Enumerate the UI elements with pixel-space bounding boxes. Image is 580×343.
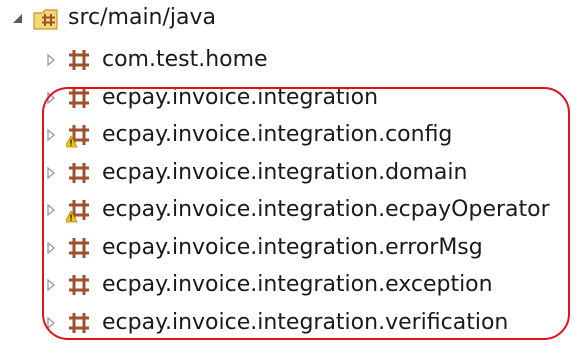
collapsed-triangle-icon[interactable] xyxy=(40,271,62,299)
package-warning-icon xyxy=(64,197,92,223)
collapsed-triangle-icon[interactable] xyxy=(40,196,62,224)
source-folder-icon xyxy=(32,5,58,31)
tree-node-label: src/main/java xyxy=(68,5,217,30)
tree-node-package[interactable]: ecpay.invoice.integration.exception xyxy=(40,271,493,299)
package-icon xyxy=(66,310,92,336)
package-icon xyxy=(66,235,92,261)
tree-node-src-main-java[interactable]: src/main/java xyxy=(6,4,216,32)
package-icon xyxy=(66,85,92,111)
tree-node-label: ecpay.invoice.integration.exception xyxy=(102,272,493,297)
tree-node-package[interactable]: ecpay.invoice.integration.config xyxy=(40,121,452,149)
tree-node-label: ecpay.invoice.integration xyxy=(102,84,379,110)
collapsed-triangle-icon[interactable] xyxy=(40,121,62,149)
collapsed-triangle-icon[interactable] xyxy=(40,309,62,337)
tree-node-package[interactable]: ecpay.invoice.integration.ecpayOperator xyxy=(40,196,550,224)
package-icon xyxy=(66,272,92,298)
tree-node-label: ecpay.invoice.integration.ecpayOperator xyxy=(102,197,550,222)
tree-node-package[interactable]: ecpay.invoice.integration xyxy=(40,84,378,112)
tree-node-label: ecpay.invoice.integration.domain xyxy=(102,159,468,185)
package-explorer-tree: src/main/java com.test.home ecpay.invoice… xyxy=(0,0,580,343)
tree-node-label: ecpay.invoice.integration.verification xyxy=(102,309,509,335)
package-icon xyxy=(66,47,92,73)
expanded-triangle-icon[interactable] xyxy=(6,4,28,32)
tree-node-package[interactable]: com.test.home xyxy=(40,46,268,74)
tree-node-package[interactable]: ecpay.invoice.integration.domain xyxy=(40,159,467,187)
package-warning-icon xyxy=(64,122,92,148)
tree-node-package[interactable]: ecpay.invoice.integration.verification xyxy=(40,309,508,337)
tree-node-label: ecpay.invoice.integration.config xyxy=(102,122,453,147)
collapsed-triangle-icon[interactable] xyxy=(40,159,62,187)
tree-node-label: ecpay.invoice.integration.errorMsg xyxy=(102,234,483,260)
tree-node-package[interactable]: ecpay.invoice.integration.errorMsg xyxy=(40,234,483,262)
package-icon xyxy=(66,160,92,186)
tree-node-label: com.test.home xyxy=(102,47,268,72)
collapsed-triangle-icon[interactable] xyxy=(40,84,62,112)
collapsed-triangle-icon[interactable] xyxy=(40,46,62,74)
collapsed-triangle-icon[interactable] xyxy=(40,234,62,262)
